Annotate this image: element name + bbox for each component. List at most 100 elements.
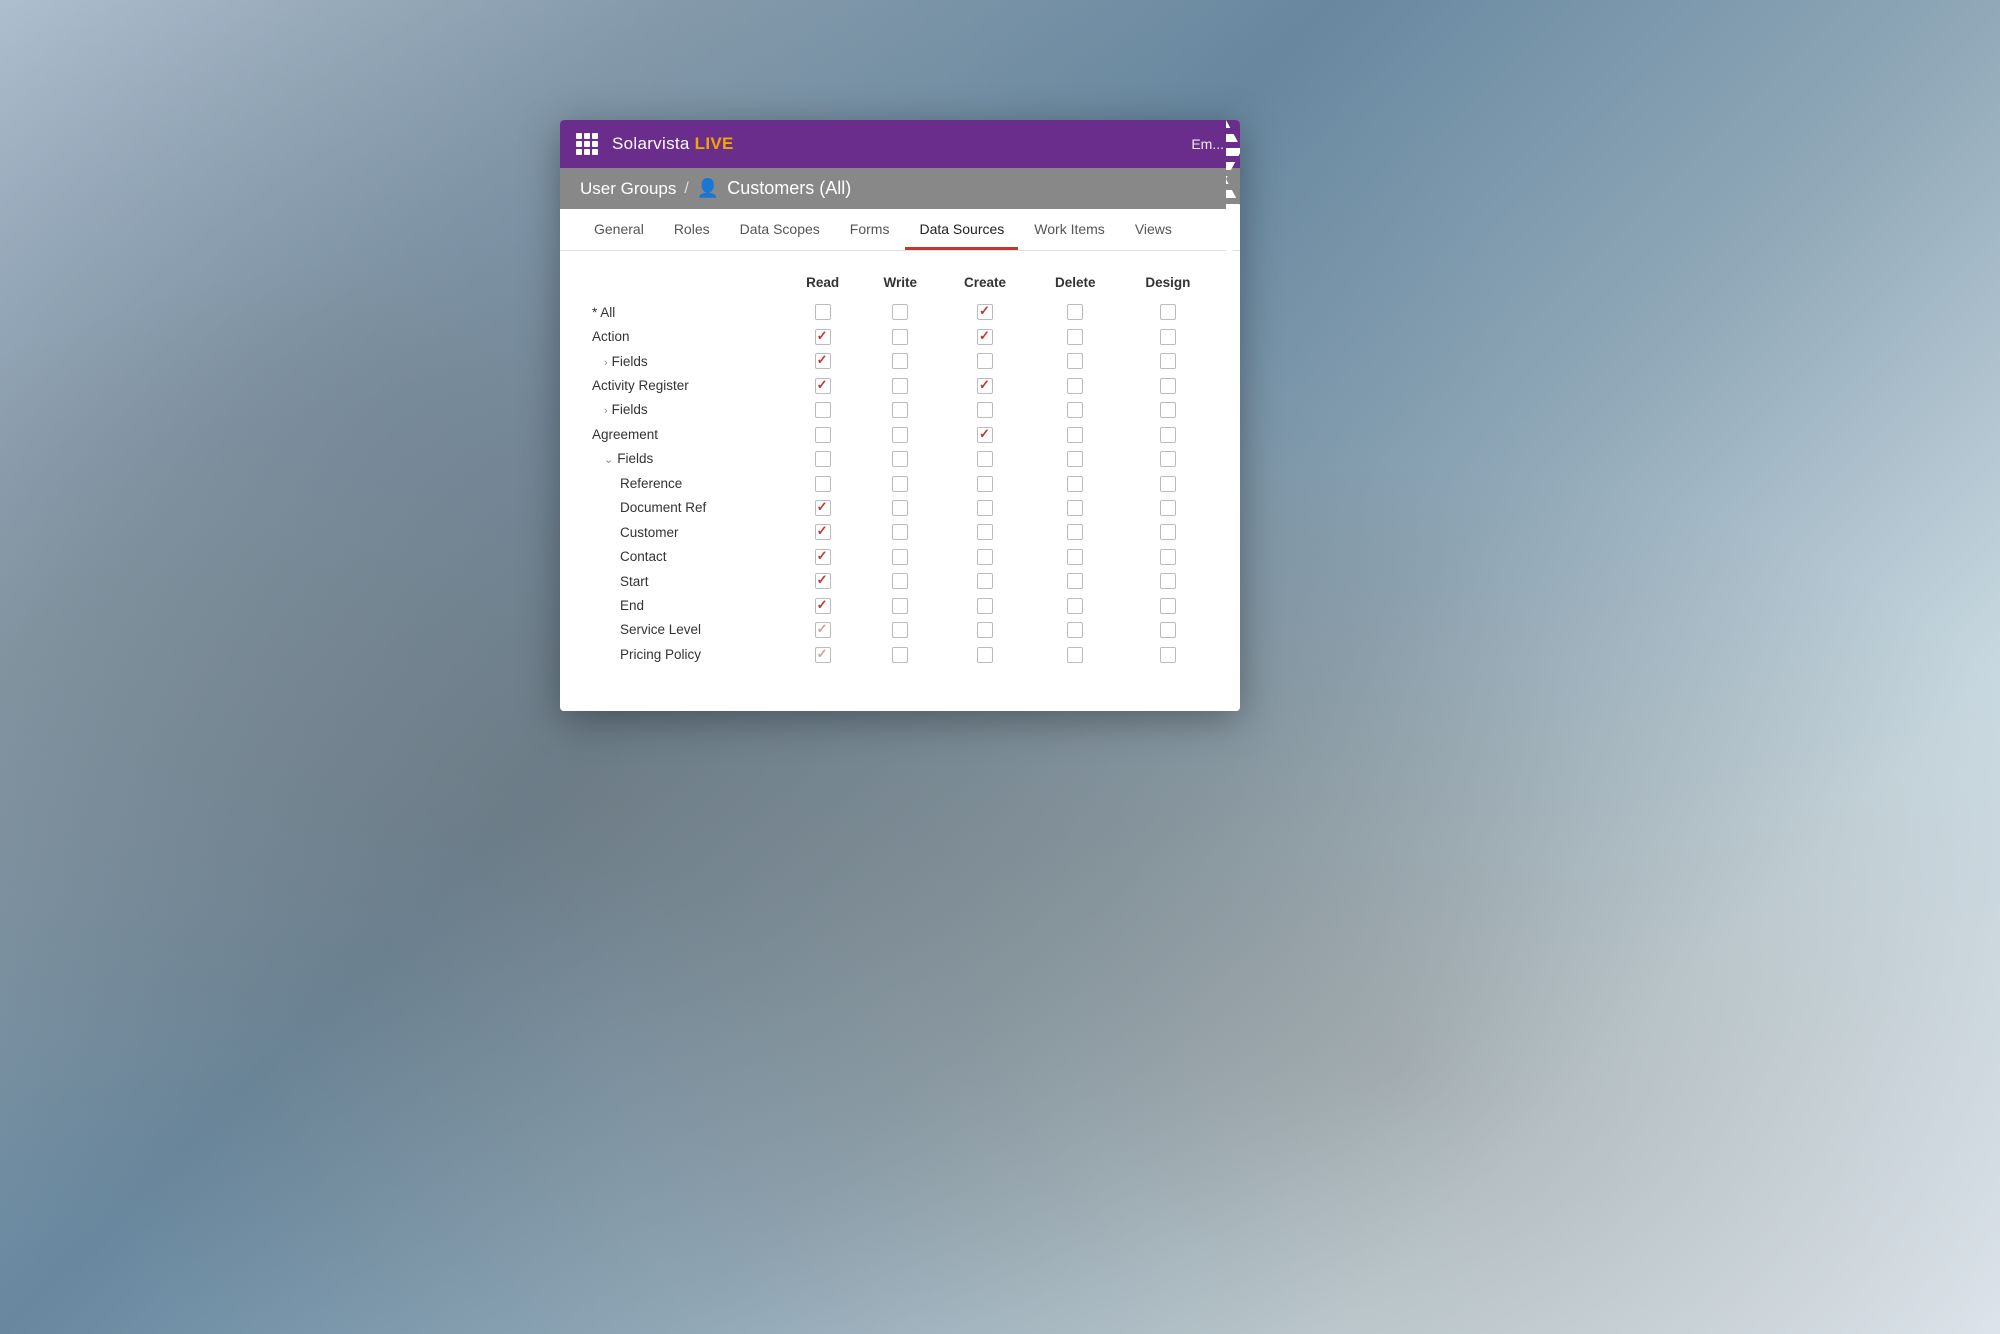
- cell-action-fields-delete[interactable]: [1031, 349, 1120, 373]
- cell-activity-register-delete[interactable]: [1031, 373, 1120, 397]
- checkbox-reference-delete[interactable]: [1067, 476, 1083, 492]
- checkbox-pricing-policy-design[interactable]: [1160, 647, 1176, 663]
- cell-contact-design[interactable]: [1120, 544, 1216, 568]
- checkbox-contact-read[interactable]: [815, 549, 831, 565]
- checkbox-agreement-design[interactable]: [1160, 427, 1176, 443]
- cell-activity-register-design[interactable]: [1120, 373, 1216, 397]
- checkbox-action-write[interactable]: [892, 329, 908, 345]
- cell-document-ref-design[interactable]: [1120, 496, 1216, 520]
- checkbox-all-design[interactable]: [1160, 304, 1176, 320]
- cell-pricing-policy-delete[interactable]: [1031, 642, 1120, 666]
- checkbox-agreement-fields-design[interactable]: [1160, 451, 1176, 467]
- cell-all-design[interactable]: [1120, 300, 1216, 324]
- checkbox-action-design[interactable]: [1160, 329, 1176, 345]
- cell-pricing-policy-write[interactable]: [861, 642, 939, 666]
- checkbox-contact-design[interactable]: [1160, 549, 1176, 565]
- cell-service-level-delete[interactable]: [1031, 618, 1120, 642]
- cell-start-delete[interactable]: [1031, 569, 1120, 593]
- grid-menu-icon[interactable]: [576, 133, 598, 155]
- cell-service-level-design[interactable]: [1120, 618, 1216, 642]
- checkbox-action-fields-create[interactable]: [977, 353, 993, 369]
- checkbox-activity-register-read[interactable]: [815, 378, 831, 394]
- checkbox-document-ref-write[interactable]: [892, 500, 908, 516]
- checkbox-agreement-fields-read[interactable]: [815, 451, 831, 467]
- checkbox-activity-fields-read[interactable]: [815, 402, 831, 418]
- cell-action-delete[interactable]: [1031, 324, 1120, 348]
- expand-icon-agreement-fields[interactable]: ⌄: [604, 454, 613, 466]
- checkbox-customer-design[interactable]: [1160, 524, 1176, 540]
- cell-action-fields-read[interactable]: [784, 349, 861, 373]
- checkbox-contact-create[interactable]: [977, 549, 993, 565]
- checkbox-all-read[interactable]: [815, 304, 831, 320]
- checkbox-reference-read[interactable]: [815, 476, 831, 492]
- cell-activity-fields-delete[interactable]: [1031, 398, 1120, 422]
- cell-reference-design[interactable]: [1120, 471, 1216, 495]
- cell-service-level-create[interactable]: [939, 618, 1030, 642]
- cell-agreement-fields-create[interactable]: [939, 447, 1030, 471]
- cell-start-write[interactable]: [861, 569, 939, 593]
- checkbox-all-write[interactable]: [892, 304, 908, 320]
- checkbox-agreement-fields-delete[interactable]: [1067, 451, 1083, 467]
- checkbox-agreement-fields-create[interactable]: [977, 451, 993, 467]
- checkbox-service-level-design[interactable]: [1160, 622, 1176, 638]
- cell-end-design[interactable]: [1120, 593, 1216, 617]
- cell-agreement-fields-design[interactable]: [1120, 447, 1216, 471]
- checkbox-agreement-delete[interactable]: [1067, 427, 1083, 443]
- cell-agreement-design[interactable]: [1120, 422, 1216, 446]
- cell-customer-create[interactable]: [939, 520, 1030, 544]
- tab-data-scopes[interactable]: Data Scopes: [726, 209, 834, 250]
- checkbox-customer-write[interactable]: [892, 524, 908, 540]
- checkbox-start-read[interactable]: [815, 573, 831, 589]
- checkbox-end-delete[interactable]: [1067, 598, 1083, 614]
- checkbox-service-level-create[interactable]: [977, 622, 993, 638]
- cell-contact-read[interactable]: [784, 544, 861, 568]
- checkbox-activity-register-create[interactable]: [977, 378, 993, 394]
- checkbox-end-write[interactable]: [892, 598, 908, 614]
- checkbox-end-read[interactable]: [815, 598, 831, 614]
- cell-activity-fields-create[interactable]: [939, 398, 1030, 422]
- tab-roles[interactable]: Roles: [660, 209, 724, 250]
- checkbox-contact-write[interactable]: [892, 549, 908, 565]
- checkbox-agreement-write[interactable]: [892, 427, 908, 443]
- checkbox-action-fields-design[interactable]: [1160, 353, 1176, 369]
- checkbox-start-delete[interactable]: [1067, 573, 1083, 589]
- checkbox-agreement-create[interactable]: [977, 427, 993, 443]
- tab-forms[interactable]: Forms: [836, 209, 904, 250]
- checkbox-activity-register-write[interactable]: [892, 378, 908, 394]
- checkbox-document-ref-delete[interactable]: [1067, 500, 1083, 516]
- cell-document-ref-delete[interactable]: [1031, 496, 1120, 520]
- cell-contact-delete[interactable]: [1031, 544, 1120, 568]
- cell-agreement-fields-read[interactable]: [784, 447, 861, 471]
- cell-agreement-delete[interactable]: [1031, 422, 1120, 446]
- cell-document-ref-create[interactable]: [939, 496, 1030, 520]
- cell-customer-read[interactable]: [784, 520, 861, 544]
- cell-reference-write[interactable]: [861, 471, 939, 495]
- cell-action-fields-create[interactable]: [939, 349, 1030, 373]
- cell-activity-register-write[interactable]: [861, 373, 939, 397]
- cell-action-fields-write[interactable]: [861, 349, 939, 373]
- cell-pricing-policy-read[interactable]: [784, 642, 861, 666]
- checkbox-activity-fields-delete[interactable]: [1067, 402, 1083, 418]
- cell-action-write[interactable]: [861, 324, 939, 348]
- cell-reference-delete[interactable]: [1031, 471, 1120, 495]
- checkbox-action-create[interactable]: [977, 329, 993, 345]
- cell-service-level-write[interactable]: [861, 618, 939, 642]
- cell-all-write[interactable]: [861, 300, 939, 324]
- checkbox-action-fields-delete[interactable]: [1067, 353, 1083, 369]
- cell-action-fields-design[interactable]: [1120, 349, 1216, 373]
- checkbox-start-create[interactable]: [977, 573, 993, 589]
- cell-agreement-read[interactable]: [784, 422, 861, 446]
- checkbox-agreement-fields-write[interactable]: [892, 451, 908, 467]
- checkbox-start-design[interactable]: [1160, 573, 1176, 589]
- cell-reference-read[interactable]: [784, 471, 861, 495]
- cell-end-write[interactable]: [861, 593, 939, 617]
- tab-work-items[interactable]: Work Items: [1020, 209, 1119, 250]
- cell-activity-register-create[interactable]: [939, 373, 1030, 397]
- user-menu[interactable]: Em...: [1191, 136, 1224, 152]
- checkbox-all-create[interactable]: [977, 304, 993, 320]
- checkbox-reference-create[interactable]: [977, 476, 993, 492]
- checkbox-pricing-policy-read[interactable]: [815, 647, 831, 663]
- checkbox-activity-register-delete[interactable]: [1067, 378, 1083, 394]
- cell-start-design[interactable]: [1120, 569, 1216, 593]
- checkbox-action-fields-write[interactable]: [892, 353, 908, 369]
